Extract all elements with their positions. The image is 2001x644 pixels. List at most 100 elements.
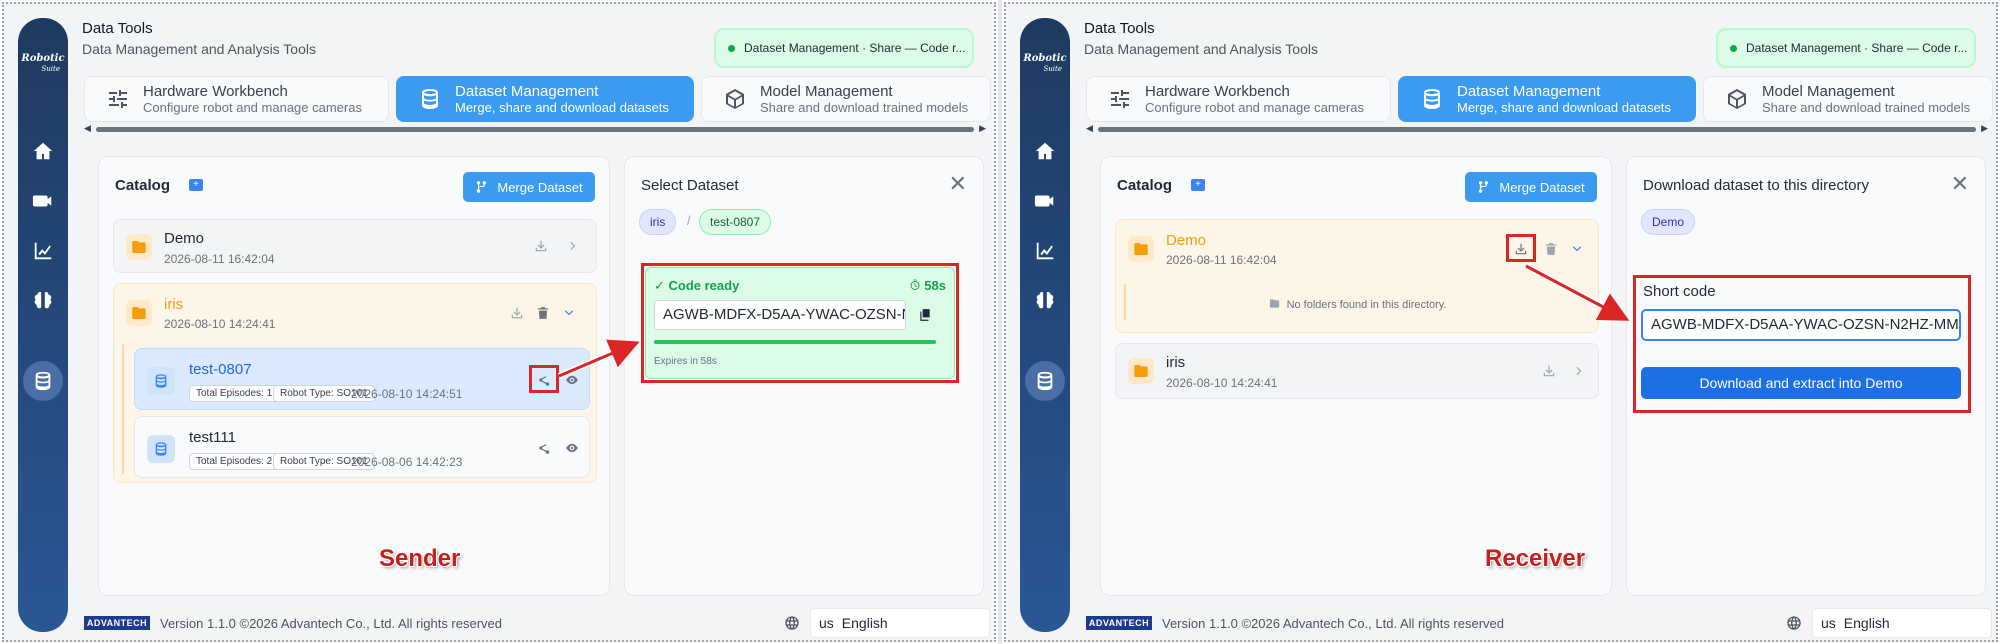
camera-icon[interactable]	[1030, 186, 1060, 216]
trash-icon[interactable]	[1540, 238, 1562, 260]
merge-dataset-button[interactable]: Merge Dataset	[1465, 172, 1597, 202]
chevron-down-icon[interactable]	[558, 302, 580, 324]
version-text: Version 1.1.0 ©2026 Advantech Co., Ltd. …	[1162, 616, 1505, 631]
tab-hardware-workbench[interactable]: Hardware Workbench Configure robot and ma…	[84, 76, 389, 122]
folder-demo[interactable]: Demo 2026-08-11 16:42:04 No folders foun…	[1115, 219, 1599, 333]
toast-notification: Dataset Management · Share — Code r...	[714, 28, 974, 68]
chevron-right-icon[interactable]	[562, 235, 584, 257]
status-dot	[728, 44, 735, 52]
version-text: Version 1.1.0 ©2026 Advantech Co., Ltd. …	[160, 616, 503, 631]
folder-icon	[1128, 358, 1154, 384]
breadcrumb-folder-chip[interactable]: iris	[639, 209, 677, 235]
scroll-left-icon[interactable]: ◀	[84, 123, 91, 134]
robotic-suite-logo: Robotic Suite	[1023, 53, 1067, 74]
scroll-left-icon[interactable]: ◀	[1086, 123, 1093, 134]
share-highlight-box	[529, 365, 559, 393]
home-icon[interactable]	[1030, 136, 1060, 166]
tab-hardware-workbench[interactable]: Hardware Workbench Configure robot and ma…	[1086, 76, 1391, 122]
episodes-badge: Total Episodes: 2	[189, 453, 280, 470]
panel-title: Download dataset to this directory	[1643, 177, 1869, 194]
scrollbar-thumb[interactable]	[96, 127, 974, 132]
chart-icon[interactable]	[28, 236, 58, 266]
globe-icon	[784, 615, 800, 631]
tree-line	[122, 344, 124, 474]
catalog-title: Catalog	[115, 177, 171, 194]
branch-icon	[1477, 180, 1491, 194]
short-code-highlight-box	[1633, 275, 1971, 413]
database-icon[interactable]	[23, 361, 63, 401]
close-icon[interactable]: ✕	[949, 171, 967, 197]
tabs-scrollbar[interactable]: ◀ ▶	[84, 123, 986, 134]
download-icon[interactable]	[530, 235, 552, 257]
dataset-row-test111[interactable]: test111 Total Episodes: 2 Robot Type: SO…	[134, 416, 590, 478]
trash-icon[interactable]	[532, 302, 554, 324]
chart-icon[interactable]	[1030, 236, 1060, 266]
eye-icon[interactable]	[561, 437, 583, 459]
folder-date: 2026-08-10 14:24:41	[1166, 376, 1278, 390]
catalog-card: Catalog + Merge Dataset Demo 2026-08-11 …	[1100, 156, 1612, 596]
language-select[interactable]: us English	[1812, 608, 1992, 638]
add-folder-icon[interactable]: +	[1191, 179, 1205, 191]
chevron-right-icon[interactable]	[1568, 360, 1590, 382]
folder-icon	[126, 300, 152, 326]
home-icon[interactable]	[28, 136, 58, 166]
download-icon[interactable]	[1538, 360, 1560, 382]
brain-icon[interactable]	[1030, 286, 1060, 316]
episodes-badge: Total Episodes: 1	[189, 385, 280, 402]
merge-dataset-button[interactable]: Merge Dataset	[463, 172, 595, 202]
breadcrumb-dataset-chip[interactable]: test-0807	[699, 209, 772, 235]
tab-dataset-management[interactable]: Dataset Management Merge, share and downl…	[1398, 76, 1696, 122]
dataset-row-test-0807[interactable]: test-0807 Total Episodes: 1 Robot Type: …	[134, 348, 590, 410]
folder-demo[interactable]: Demo 2026-08-11 16:42:04	[113, 219, 597, 273]
sidebar: Robotic Suite	[18, 18, 68, 632]
download-icon[interactable]	[506, 302, 528, 324]
tabs-scrollbar[interactable]: ◀ ▶	[1086, 123, 1988, 134]
dataset-name: test-0807	[189, 361, 252, 378]
scroll-right-icon[interactable]: ▶	[1981, 123, 1988, 134]
camera-icon[interactable]	[28, 186, 58, 216]
brain-icon[interactable]	[28, 286, 58, 316]
app-subtitle: Data Management and Analysis Tools	[82, 41, 316, 57]
scrollbar-thumb[interactable]	[1098, 127, 1976, 132]
close-icon[interactable]: ✕	[1951, 171, 1969, 197]
folder-iris[interactable]: iris 2026-08-10 14:24:41	[1115, 343, 1599, 399]
receiver-window: Robotic Suite Data Tools Data Management …	[1004, 2, 1998, 642]
folder-iris[interactable]: iris 2026-08-10 14:24:41 test-0807 Total…	[113, 283, 597, 483]
dataset-date: 2026-08-06 14:42:23	[351, 455, 463, 469]
language-select[interactable]: us English	[810, 608, 990, 638]
panel-divider	[998, 0, 1002, 644]
folder-name: Demo	[1166, 232, 1207, 249]
moon-icon[interactable]	[1752, 615, 1768, 631]
share-icon[interactable]	[533, 437, 555, 459]
advantech-logo: ADVANTECH	[84, 616, 150, 630]
panel-title: Select Dataset	[641, 177, 739, 194]
database-icon[interactable]	[1025, 361, 1065, 401]
scroll-right-icon[interactable]: ▶	[979, 123, 986, 134]
chevron-down-icon[interactable]	[1566, 238, 1588, 260]
database-icon	[1417, 84, 1447, 114]
app-subtitle: Data Management and Analysis Tools	[1084, 41, 1318, 57]
download-highlight-box	[1506, 234, 1536, 262]
advantech-logo: ADVANTECH	[1086, 616, 1152, 630]
cube-icon	[1722, 84, 1752, 114]
sender-annotation-label: Sender	[379, 545, 461, 572]
folder-date: 2026-08-11 16:42:04	[1166, 253, 1277, 267]
branch-icon	[475, 180, 489, 194]
globe-icon	[1786, 615, 1802, 631]
tab-model-management[interactable]: Model Management Share and download train…	[1703, 76, 1993, 122]
folder-name: iris	[1166, 354, 1186, 371]
tab-model-management[interactable]: Model Management Share and download train…	[701, 76, 991, 122]
folder-icon	[1128, 236, 1154, 262]
status-dot	[1730, 44, 1737, 52]
tab-dataset-management[interactable]: Dataset Management Merge, share and downl…	[396, 76, 694, 122]
sender-window: Robotic Suite Data Tools Data Management …	[2, 2, 996, 642]
dataset-name: test111	[189, 429, 236, 446]
moon-icon[interactable]	[750, 615, 766, 631]
add-folder-icon[interactable]: +	[189, 179, 203, 191]
folder-name: iris	[164, 296, 184, 313]
eye-icon[interactable]	[561, 369, 583, 391]
download-panel: Download dataset to this directory ✕ Dem…	[1626, 156, 1986, 596]
folder-date: 2026-08-10 14:24:41	[164, 317, 276, 331]
app-title: Data Tools	[1084, 20, 1155, 37]
target-folder-chip[interactable]: Demo	[1641, 209, 1696, 235]
